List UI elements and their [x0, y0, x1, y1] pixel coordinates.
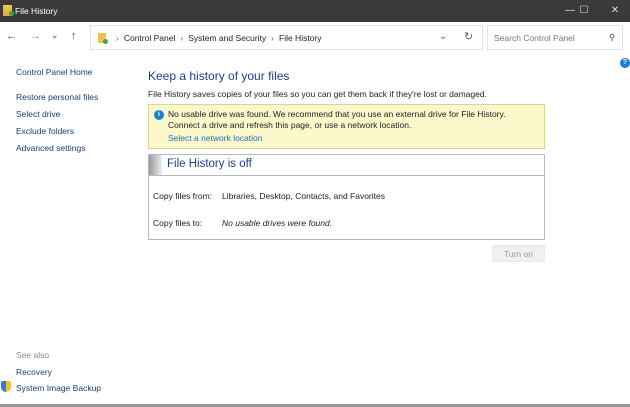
- select-network-location-link[interactable]: Select a network location: [168, 133, 538, 144]
- up-button[interactable]: ↑: [71, 30, 77, 42]
- copy-to-label: Copy files to:: [153, 218, 203, 228]
- recovery-link[interactable]: Recovery: [16, 367, 52, 377]
- breadcrumb-file-history[interactable]: File History: [279, 33, 322, 43]
- page-title: Keep a history of your files: [148, 69, 290, 83]
- control-panel-icon: [98, 33, 108, 44]
- warning-banner: i No usable drive was found. We recommen…: [148, 104, 545, 149]
- sidebar-item-exclude-folders[interactable]: Exclude folders: [16, 126, 74, 136]
- copy-to-value: No usable drives were found.: [222, 218, 333, 228]
- status-panel: File History is off Copy files from: Lib…: [148, 154, 545, 240]
- search-input[interactable]: Search Control Panel: [494, 33, 575, 43]
- breadcrumb-system-security[interactable]: System and Security: [188, 33, 266, 43]
- copy-from-value: Libraries, Desktop, Contacts, and Favori…: [222, 191, 385, 201]
- file-history-icon: [3, 5, 14, 16]
- address-dropdown-button[interactable]: ⌄: [439, 31, 447, 42]
- refresh-button[interactable]: ↻: [464, 30, 473, 43]
- shield-icon: [1, 381, 11, 392]
- sidebar-control-panel-home[interactable]: Control Panel Home: [16, 67, 93, 77]
- status-title: File History is off: [167, 158, 252, 170]
- search-box[interactable]: Search Control Panel ⚲: [487, 25, 623, 50]
- close-button[interactable]: ✕: [600, 0, 630, 22]
- breadcrumb: › Control Panel › System and Security › File …: [116, 33, 322, 43]
- maximize-button[interactable]: ☐: [569, 0, 599, 22]
- see-also-label: See also: [16, 350, 50, 360]
- status-gradient-icon: [149, 155, 162, 175]
- copy-from-label: Copy files from:: [153, 191, 213, 201]
- title-bar: File History — ☐ ✕: [0, 0, 630, 22]
- window-title: File History: [15, 6, 58, 16]
- system-image-backup-link[interactable]: System Image Backup: [16, 383, 101, 393]
- turn-on-button[interactable]: Turn on: [492, 245, 545, 262]
- recent-locations-button[interactable]: ⌄: [51, 30, 59, 41]
- search-icon[interactable]: ⚲: [609, 32, 615, 43]
- status-header: File History is off: [149, 155, 544, 176]
- address-bar[interactable]: › Control Panel › System and Security › File …: [90, 25, 483, 50]
- warning-text: No usable drive was found. We recommend …: [168, 109, 506, 130]
- page-description: File History saves copies of your files …: [148, 89, 487, 99]
- back-button[interactable]: ←: [6, 30, 17, 42]
- sidebar-item-select-drive[interactable]: Select drive: [16, 109, 60, 119]
- breadcrumb-control-panel[interactable]: Control Panel: [124, 33, 176, 43]
- info-icon: i: [154, 110, 164, 120]
- sidebar-item-restore[interactable]: Restore personal files: [16, 92, 98, 102]
- help-icon[interactable]: ?: [620, 58, 630, 68]
- sidebar-item-advanced-settings[interactable]: Advanced settings: [16, 143, 85, 153]
- forward-button[interactable]: →: [30, 30, 41, 42]
